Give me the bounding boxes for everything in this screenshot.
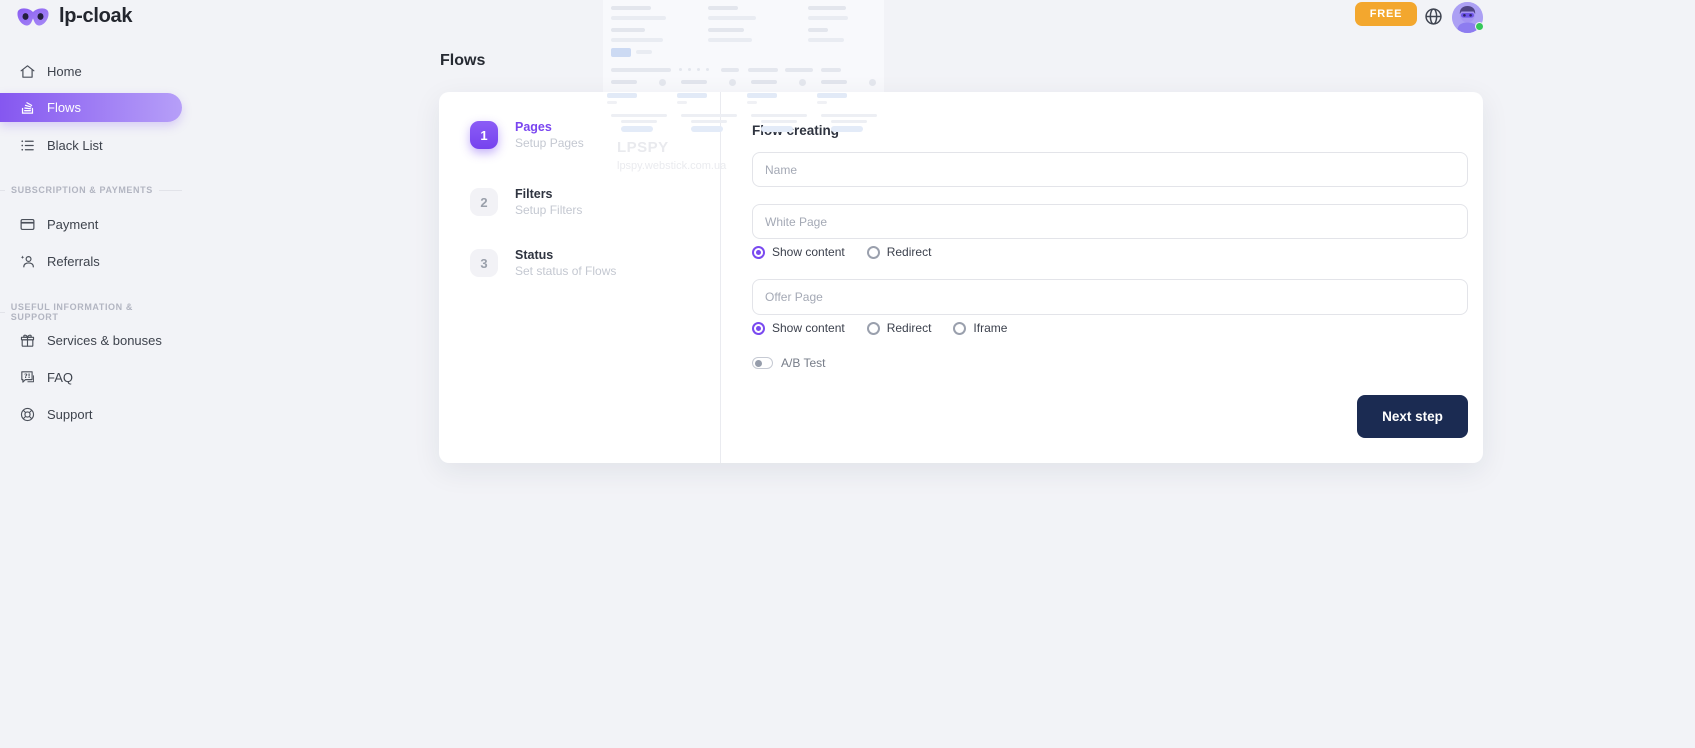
offer-page-show-content-radio[interactable]: Show content: [752, 321, 845, 335]
step-number-badge: 2: [470, 188, 498, 216]
ab-test-label: A/B Test: [781, 356, 825, 370]
step-title: Filters: [515, 187, 582, 201]
wizard-step-pages[interactable]: 1 Pages Setup Pages: [470, 120, 584, 150]
sidebar-item-label: Services & bonuses: [47, 333, 162, 348]
sidebar-item-faq[interactable]: ?! FAQ: [0, 362, 182, 392]
sidebar-item-label: Support: [47, 407, 93, 422]
wizard-step-filters[interactable]: 2 Filters Setup Filters: [470, 187, 582, 217]
radio-icon: [867, 322, 880, 335]
ab-test-toggle[interactable]: [752, 357, 773, 369]
sidebar-section-subscription: SUBSCRIPTION & PAYMENTS: [0, 185, 182, 195]
background-page-preview-top: [603, 0, 884, 92]
sidebar-item-label: Payment: [47, 217, 98, 232]
credit-card-icon: [18, 215, 36, 233]
step-number-badge: 3: [470, 249, 498, 277]
gift-icon: [18, 331, 36, 349]
offer-page-iframe-radio[interactable]: Iframe: [953, 321, 1007, 335]
sidebar-section-useful: USEFUL INFORMATION & SUPPORT: [0, 302, 182, 322]
sidebar-item-label: Flows: [47, 100, 81, 115]
wizard-step-status[interactable]: 3 Status Set status of Flows: [470, 248, 616, 278]
flow-creating-form: Flow creating Show content Redirect Show…: [721, 92, 1483, 463]
sidebar-section-title: SUBSCRIPTION & PAYMENTS: [11, 185, 153, 195]
list-icon: [18, 136, 36, 154]
step-title: Pages: [515, 120, 584, 134]
referrals-icon: [18, 252, 36, 270]
language-globe-icon[interactable]: [1422, 6, 1444, 28]
sidebar-item-support[interactable]: Support: [0, 399, 182, 429]
sidebar: Home Flows Black List SUBSCRIPTION & PAY…: [0, 0, 200, 748]
flows-icon: [18, 99, 36, 117]
radio-icon: [953, 322, 966, 335]
white-page-show-content-radio[interactable]: Show content: [752, 245, 845, 259]
white-page-redirect-radio[interactable]: Redirect: [867, 245, 932, 259]
sidebar-section-title: USEFUL INFORMATION & SUPPORT: [11, 302, 176, 322]
wizard-steps-panel: 1 Pages Setup Pages 2 Filters Setup Filt…: [439, 92, 721, 463]
sidebar-item-flows[interactable]: Flows: [0, 93, 182, 122]
step-title: Status: [515, 248, 616, 262]
page-title: Flows: [440, 52, 485, 70]
radio-icon: [752, 322, 765, 335]
radio-icon: [752, 246, 765, 259]
sidebar-item-label: FAQ: [47, 370, 73, 385]
white-page-mode-group: Show content Redirect: [752, 244, 1468, 260]
offer-page-input[interactable]: [752, 279, 1468, 315]
sidebar-item-label: Home: [47, 64, 82, 79]
flow-creating-modal: 1 Pages Setup Pages 2 Filters Setup Filt…: [439, 92, 1483, 463]
home-icon: [18, 62, 36, 80]
sidebar-item-home[interactable]: Home: [0, 56, 182, 86]
sidebar-item-referrals[interactable]: Referrals: [0, 246, 182, 276]
plan-badge-button[interactable]: FREE: [1355, 2, 1417, 26]
sidebar-item-label: Referrals: [47, 254, 100, 269]
white-page-input[interactable]: [752, 204, 1468, 239]
step-subtitle: Setup Filters: [515, 203, 582, 217]
step-subtitle: Setup Pages: [515, 136, 584, 150]
online-status-dot: [1475, 22, 1484, 31]
support-icon: [18, 405, 36, 423]
radio-icon: [867, 246, 880, 259]
offer-page-redirect-radio[interactable]: Redirect: [867, 321, 932, 335]
sidebar-item-services[interactable]: Services & bonuses: [0, 325, 182, 355]
sidebar-item-payment[interactable]: Payment: [0, 209, 182, 239]
step-number-badge: 1: [470, 121, 498, 149]
form-title: Flow creating: [752, 123, 1468, 138]
sidebar-item-black-list[interactable]: Black List: [0, 130, 182, 160]
svg-text:?!: ?!: [23, 371, 30, 379]
offer-page-mode-group: Show content Redirect Iframe: [752, 320, 1468, 336]
step-subtitle: Set status of Flows: [515, 264, 616, 278]
next-step-button[interactable]: Next step: [1357, 395, 1468, 438]
flow-name-input[interactable]: [752, 152, 1468, 187]
faq-icon: ?!: [18, 368, 36, 386]
ab-test-toggle-row[interactable]: A/B Test: [752, 356, 1468, 370]
sidebar-item-label: Black List: [47, 138, 103, 153]
